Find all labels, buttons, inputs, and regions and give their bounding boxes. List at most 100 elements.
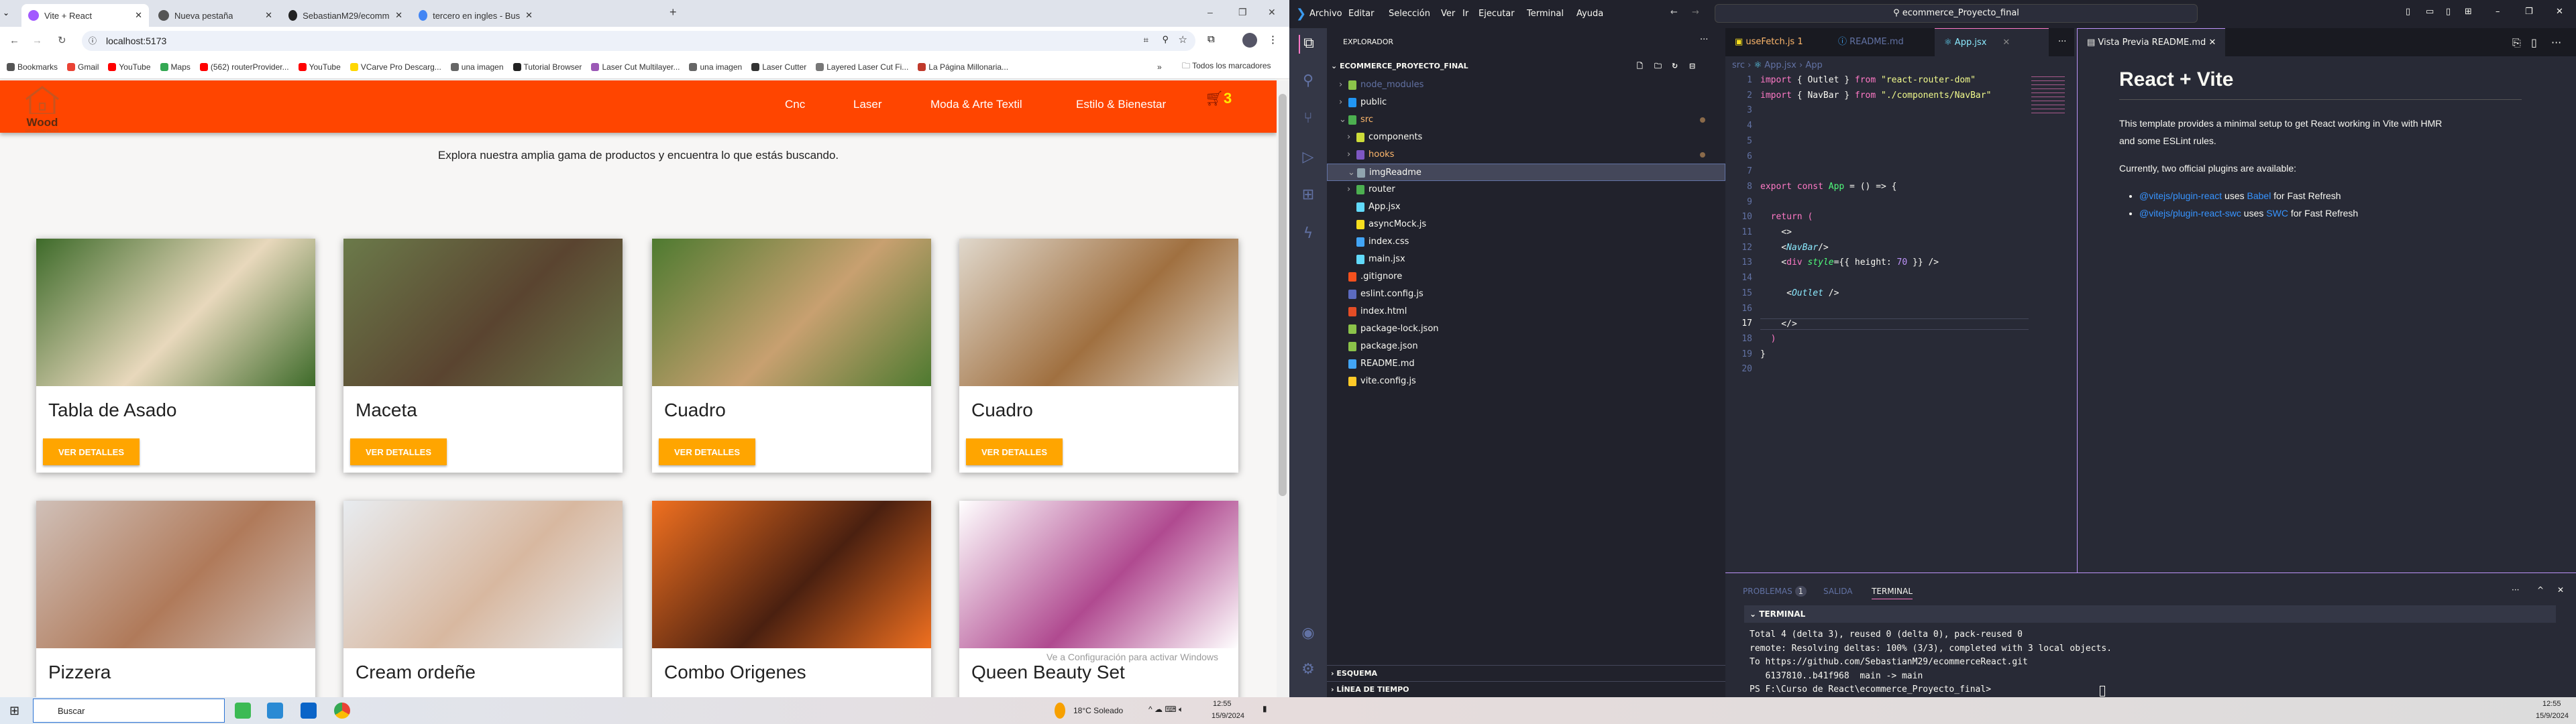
preview-more-icon[interactable]: ···	[2551, 36, 2561, 49]
ver-detalles-button[interactable]: VER DETALLES	[966, 438, 1063, 465]
extensions-icon[interactable]: ⧉	[1208, 34, 1215, 45]
search-view-icon[interactable]: ⚲	[1299, 72, 1318, 91]
site-logo[interactable]: Wood GIFTS AND HOME	[19, 84, 66, 133]
nav-link-cnc[interactable]: Cnc	[785, 98, 805, 111]
translate-icon[interactable]: ⌗	[1144, 35, 1148, 46]
explorer-item[interactable]: ⌄ src	[1327, 111, 1725, 129]
explorer-item[interactable]: eslint.config.js	[1327, 286, 1725, 303]
product-image[interactable]	[652, 239, 931, 386]
refresh-icon[interactable]: ↻	[1672, 58, 1678, 75]
code-line[interactable]: return (	[1760, 212, 2029, 222]
project-header[interactable]: ⌄ ECOMMERCE_PROYECTO_FINAL 🗋 🗀 ↻ ⊟	[1327, 58, 1725, 75]
explorer-more-icon[interactable]: ···	[1700, 35, 1708, 45]
vscode-close-button[interactable]: ✕	[2556, 7, 2563, 17]
clock-time-2[interactable]: 12:55	[2542, 700, 2561, 708]
explorer-item[interactable]: package.json	[1327, 338, 1725, 355]
explorer-item[interactable]: README.md	[1327, 355, 1725, 373]
command-center-search[interactable]: ⚲ ecommerce_Proyecto_final	[1715, 4, 2198, 23]
product-image[interactable]	[36, 501, 315, 648]
bookmarks-overflow-icon[interactable]: »	[1157, 62, 1162, 72]
explorer-item[interactable]: main.jsx	[1327, 251, 1725, 268]
close-window-button[interactable]: ✕	[1268, 7, 1276, 18]
browser-tab[interactable]: Vite + React ✕	[21, 4, 149, 27]
readme-link[interactable]: Babel	[2247, 190, 2271, 201]
chrome-taskbar-icon[interactable]	[334, 703, 350, 719]
readme-link[interactable]: @vitejs/plugin-react-swc	[2139, 208, 2241, 219]
product-image[interactable]	[959, 501, 1238, 648]
breadcrumb-item[interactable]: App.jsx	[1764, 60, 1796, 70]
vscode-taskbar-icon[interactable]	[267, 703, 283, 719]
product-image[interactable]	[343, 501, 623, 648]
explorer-item[interactable]: index.css	[1327, 233, 1725, 251]
run-debug-icon[interactable]: ▷	[1299, 149, 1318, 168]
code-line[interactable]: <div style={{ height: 70 }} />	[1760, 257, 2029, 267]
code-line[interactable]: export const App = () => {	[1760, 182, 2029, 192]
bookmark-item[interactable]: VCarve Pro Descarg...	[350, 62, 441, 72]
tab-terminal[interactable]: TERMINAL	[1872, 587, 1913, 599]
code-line[interactable]: <Outlet />	[1760, 288, 2029, 298]
explorer-item[interactable]: › node_modules	[1327, 76, 1725, 94]
close-tab-icon[interactable]: ✕	[265, 10, 272, 21]
vscode-minimize-button[interactable]: –	[2496, 7, 2500, 17]
toggle-panel-icon[interactable]: ▭	[2426, 7, 2434, 17]
nav-link-estilo[interactable]: Estilo & Bienestar	[1076, 98, 1166, 111]
nav-link-laser[interactable]: Laser	[853, 98, 882, 111]
explorer-item[interactable]: › public	[1327, 94, 1725, 111]
menu-item[interactable]: Ir	[1462, 9, 1468, 19]
ver-detalles-button[interactable]: VER DETALLES	[659, 438, 755, 465]
forward-icon[interactable]: →	[32, 35, 42, 46]
code-editor[interactable]: src › ⚛ App.jsx › App 1 import { Outlet }…	[1725, 56, 2074, 572]
clock-time[interactable]: 12:55	[1213, 700, 1232, 708]
menu-item[interactable]: Archivo	[1309, 9, 1342, 19]
reload-icon[interactable]: ↻	[58, 34, 66, 46]
readme-link[interactable]: SWC	[2266, 208, 2288, 219]
editor-more-icon[interactable]: ···	[2049, 28, 2076, 56]
extensions-view-icon[interactable]: ⊞	[1299, 186, 1318, 205]
menu-item[interactable]: Terminal	[1527, 9, 1564, 19]
close-tab-icon[interactable]: ✕	[525, 10, 533, 21]
product-image[interactable]	[959, 239, 1238, 386]
menu-item[interactable]: Editar	[1348, 9, 1375, 19]
panel-more-icon[interactable]: ···	[2512, 585, 2519, 595]
ver-detalles-button[interactable]: VER DETALLES	[350, 438, 447, 465]
menu-item[interactable]: Ejecutar	[1479, 9, 1515, 19]
browser-tab[interactable]: SebastianM29/ecommerceReac ✕	[282, 4, 409, 27]
page-scrollbar-thumb[interactable]	[1279, 94, 1287, 496]
browser-tab[interactable]: tercero en ingles - Buscar con G ✕	[412, 4, 539, 27]
code-line[interactable]: </>	[1760, 318, 2029, 330]
browser-menu-icon[interactable]: ⋮	[1268, 34, 1278, 46]
all-bookmarks[interactable]: 🗀 Todos los marcadores	[1182, 60, 1271, 74]
code-line[interactable]: <>	[1760, 227, 2029, 237]
close-tab-icon[interactable]: ✕	[2208, 38, 2216, 48]
tab-output[interactable]: SALIDA	[1823, 587, 1853, 596]
toggle-sidebar-icon[interactable]: ▯	[2406, 7, 2410, 17]
app-icon-green[interactable]	[235, 703, 251, 719]
restore-button[interactable]: ❐	[1238, 7, 1247, 18]
weather-text[interactable]: 18°C Soleado	[1073, 706, 1123, 715]
product-image[interactable]	[343, 239, 623, 386]
maximize-panel-icon[interactable]: ^	[2537, 585, 2544, 595]
back-icon[interactable]: ←	[9, 35, 19, 46]
explorer-item[interactable]: package-lock.json	[1327, 320, 1725, 338]
outlook-taskbar-icon[interactable]	[301, 703, 317, 719]
close-panel-icon[interactable]: ✕	[2557, 585, 2564, 595]
nav-back-icon[interactable]: ←	[1670, 7, 1678, 17]
nav-link-moda[interactable]: Moda & Arte Textil	[930, 98, 1022, 111]
open-source-icon[interactable]: ⎘	[2512, 36, 2521, 50]
url-bar[interactable]: ⓘ localhost:5173 ⌗ ⚲ ☆	[82, 31, 1195, 51]
site-info-icon[interactable]: ⓘ	[89, 35, 97, 46]
explorer-item[interactable]: › hooks	[1327, 146, 1725, 164]
explorer-item[interactable]: ⌄ imgReadme	[1327, 164, 1725, 181]
bookmark-item[interactable]: Tutorial Browser	[513, 62, 582, 72]
product-image[interactable]	[652, 501, 931, 648]
explorer-item[interactable]: index.html	[1327, 303, 1725, 320]
breadcrumb-item[interactable]: App	[1805, 60, 1822, 70]
system-tray-icons[interactable]: ^ ☁ ⌨ 🔈︎	[1148, 705, 1183, 715]
explorer-item[interactable]: › components	[1327, 129, 1725, 146]
new-folder-icon[interactable]: 🗀	[1654, 58, 1662, 75]
browser-tab[interactable]: Nueva pestaña ✕	[152, 4, 279, 27]
explorer-item[interactable]: .gitignore	[1327, 268, 1725, 286]
minimize-button[interactable]: –	[1208, 7, 1213, 17]
explorer-icon[interactable]: ⧉	[1299, 35, 1318, 54]
timeline-section[interactable]: › LÍNEA DE TIEMPO	[1327, 681, 1725, 697]
